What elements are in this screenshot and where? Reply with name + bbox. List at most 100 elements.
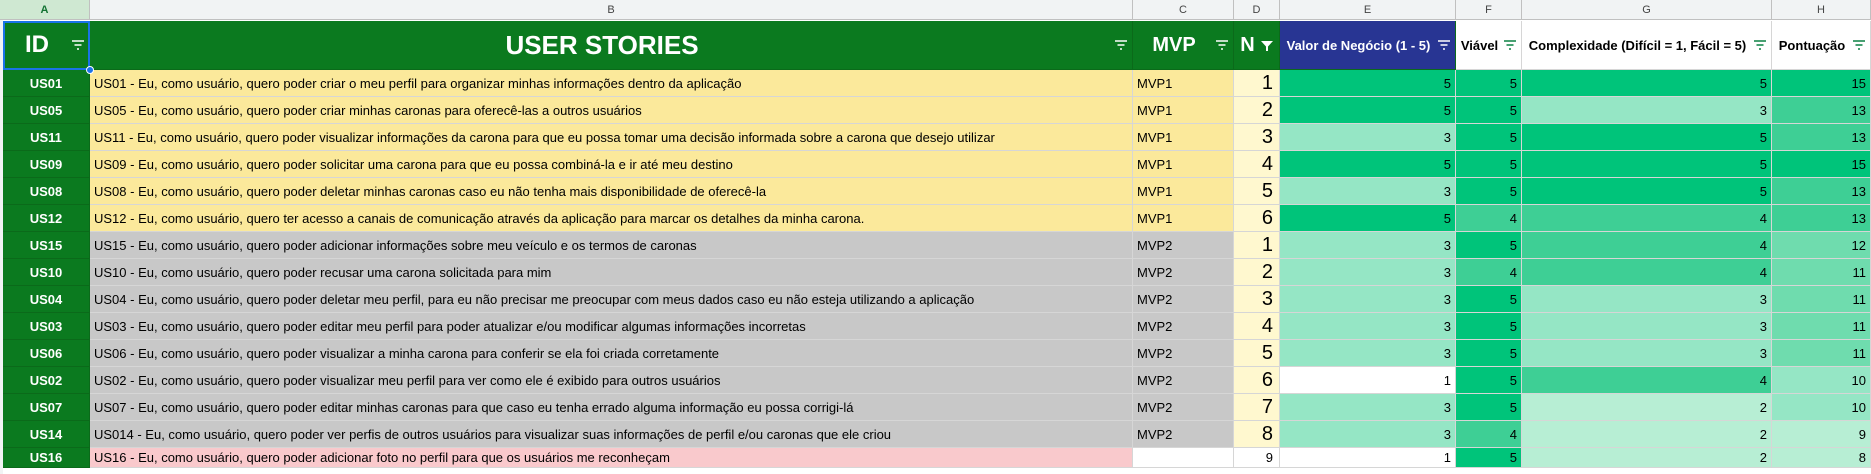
cell-id[interactable]: US14 <box>3 421 90 448</box>
cell-complexidade[interactable]: 2 <box>1522 421 1772 448</box>
cell-viavel[interactable]: 5 <box>1456 70 1522 97</box>
cell-id[interactable]: US01 <box>3 70 90 97</box>
column-header-e[interactable]: E <box>1280 0 1456 20</box>
cell-pontuacao[interactable]: 9 <box>1772 421 1871 448</box>
cell-id[interactable]: US05 <box>3 97 90 124</box>
cell-complexidade[interactable]: 4 <box>1522 205 1772 232</box>
cell-user-story[interactable]: US07 - Eu, como usuário, quero poder edi… <box>90 394 1133 421</box>
cell-n[interactable]: 3 <box>1234 124 1280 151</box>
cell-valor[interactable]: 3 <box>1280 232 1456 259</box>
cell-pontuacao[interactable]: 11 <box>1772 313 1871 340</box>
cell-mvp[interactable]: MVP1 <box>1133 205 1234 232</box>
header-pontuacao[interactable]: Pontuação <box>1772 21 1871 70</box>
cell-valor[interactable]: 3 <box>1280 421 1456 448</box>
cell-user-story[interactable]: US11 - Eu, como usuário, quero poder vis… <box>90 124 1133 151</box>
cell-valor[interactable]: 3 <box>1280 286 1456 313</box>
cell-id[interactable]: US10 <box>3 259 90 286</box>
cell-n[interactable]: 1 <box>1234 70 1280 97</box>
cell-id[interactable]: US02 <box>3 367 90 394</box>
cell-user-story[interactable]: US014 - Eu, como usuário, quero poder ve… <box>90 421 1133 448</box>
cell-pontuacao[interactable]: 10 <box>1772 367 1871 394</box>
cell-user-story[interactable]: US02 - Eu, como usuário, quero poder vis… <box>90 367 1133 394</box>
cell-user-story[interactable]: US06 - Eu, como usuário, quero poder vis… <box>90 340 1133 367</box>
cell-pontuacao[interactable]: 13 <box>1772 124 1871 151</box>
header-valor-negocio[interactable]: Valor de Negócio (1 - 5) <box>1280 21 1456 70</box>
cell-viavel[interactable]: 4 <box>1456 421 1522 448</box>
cell-id[interactable]: US12 <box>3 205 90 232</box>
cell-mvp[interactable]: MVP2 <box>1133 232 1234 259</box>
cell-complexidade[interactable]: 2 <box>1522 448 1772 468</box>
column-header-c[interactable]: C <box>1133 0 1234 20</box>
cell-valor[interactable]: 3 <box>1280 340 1456 367</box>
column-header-a[interactable]: A <box>0 0 90 20</box>
cell-viavel[interactable]: 4 <box>1456 259 1522 286</box>
cell-valor[interactable]: 3 <box>1280 124 1456 151</box>
cell-complexidade[interactable]: 3 <box>1522 340 1772 367</box>
cell-complexidade[interactable]: 3 <box>1522 313 1772 340</box>
cell-user-story[interactable]: US01 - Eu, como usuário, quero poder cri… <box>90 70 1133 97</box>
cell-pontuacao[interactable]: 8 <box>1772 448 1871 468</box>
filter-icon[interactable] <box>1503 40 1517 50</box>
cell-valor[interactable]: 5 <box>1280 205 1456 232</box>
cell-complexidade[interactable]: 4 <box>1522 232 1772 259</box>
cell-mvp[interactable] <box>1133 448 1234 468</box>
cell-id[interactable]: US11 <box>3 124 90 151</box>
cell-id[interactable]: US03 <box>3 313 90 340</box>
cell-pontuacao[interactable]: 15 <box>1772 151 1871 178</box>
cell-user-story[interactable]: US10 - Eu, como usuário, quero poder rec… <box>90 259 1133 286</box>
cell-n[interactable]: 4 <box>1234 313 1280 340</box>
cell-mvp[interactable]: MVP2 <box>1133 259 1234 286</box>
cell-id[interactable]: US08 <box>3 178 90 205</box>
cell-user-story[interactable]: US03 - Eu, como usuário, quero poder edi… <box>90 313 1133 340</box>
cell-viavel[interactable]: 5 <box>1456 151 1522 178</box>
cell-complexidade[interactable]: 5 <box>1522 124 1772 151</box>
cell-complexidade[interactable]: 5 <box>1522 70 1772 97</box>
cell-n[interactable]: 5 <box>1234 178 1280 205</box>
cell-viavel[interactable]: 5 <box>1456 448 1522 468</box>
cell-mvp[interactable]: MVP1 <box>1133 178 1234 205</box>
cell-pontuacao[interactable]: 12 <box>1772 232 1871 259</box>
cell-mvp[interactable]: MVP2 <box>1133 367 1234 394</box>
fill-handle[interactable] <box>86 66 94 74</box>
cell-id[interactable]: US06 <box>3 340 90 367</box>
cell-user-story[interactable]: US09 - Eu, como usuário, quero poder sol… <box>90 151 1133 178</box>
filter-icon[interactable] <box>1852 40 1866 50</box>
cell-valor[interactable]: 5 <box>1280 97 1456 124</box>
column-header-b[interactable]: B <box>90 0 1133 20</box>
cell-viavel[interactable]: 5 <box>1456 367 1522 394</box>
cell-complexidade[interactable]: 3 <box>1522 97 1772 124</box>
cell-pontuacao[interactable]: 10 <box>1772 394 1871 421</box>
cell-n[interactable]: 6 <box>1234 205 1280 232</box>
cell-n[interactable]: 7 <box>1234 394 1280 421</box>
cell-viavel[interactable]: 5 <box>1456 97 1522 124</box>
cell-valor[interactable]: 3 <box>1280 313 1456 340</box>
cell-valor[interactable]: 1 <box>1280 367 1456 394</box>
cell-n[interactable]: 1 <box>1234 232 1280 259</box>
column-header-f[interactable]: F <box>1456 0 1522 20</box>
cell-valor[interactable]: 5 <box>1280 70 1456 97</box>
cell-n[interactable]: 9 <box>1234 448 1280 468</box>
header-viavel[interactable]: Viável <box>1456 21 1522 70</box>
cell-n[interactable]: 8 <box>1234 421 1280 448</box>
cell-user-story[interactable]: US05 - Eu, como usuário, quero poder cri… <box>90 97 1133 124</box>
column-header-g[interactable]: G <box>1522 0 1772 20</box>
cell-viavel[interactable]: 5 <box>1456 394 1522 421</box>
cell-n[interactable]: 3 <box>1234 286 1280 313</box>
cell-complexidade[interactable]: 5 <box>1522 151 1772 178</box>
cell-mvp[interactable]: MVP1 <box>1133 151 1234 178</box>
cell-mvp[interactable]: MVP1 <box>1133 70 1234 97</box>
header-id[interactable]: ID <box>3 21 90 70</box>
cell-mvp[interactable]: MVP1 <box>1133 124 1234 151</box>
cell-pontuacao[interactable]: 11 <box>1772 286 1871 313</box>
cell-viavel[interactable]: 5 <box>1456 232 1522 259</box>
cell-pontuacao[interactable]: 11 <box>1772 340 1871 367</box>
cell-valor[interactable]: 1 <box>1280 448 1456 468</box>
cell-n[interactable]: 6 <box>1234 367 1280 394</box>
cell-valor[interactable]: 3 <box>1280 394 1456 421</box>
cell-viavel[interactable]: 5 <box>1456 178 1522 205</box>
cell-user-story[interactable]: US08 - Eu, como usuário, quero poder del… <box>90 178 1133 205</box>
cell-viavel[interactable]: 5 <box>1456 313 1522 340</box>
cell-n[interactable]: 2 <box>1234 259 1280 286</box>
filter-icon[interactable] <box>1114 40 1128 50</box>
cell-valor[interactable]: 5 <box>1280 151 1456 178</box>
